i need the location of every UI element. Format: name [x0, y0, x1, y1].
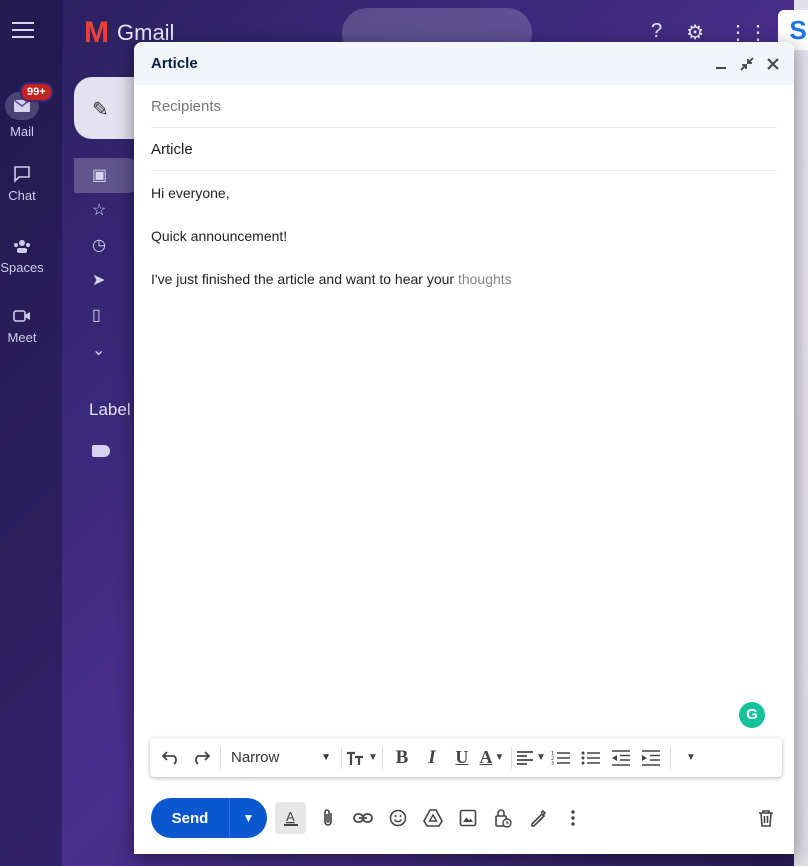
compose-header-controls: [714, 56, 780, 71]
chevron-down-icon: ▼: [368, 752, 378, 763]
undo-icon[interactable]: [156, 743, 186, 773]
bulleted-list-icon[interactable]: [576, 743, 606, 773]
exit-fullscreen-icon[interactable]: [740, 56, 754, 71]
more-options-icon[interactable]: [555, 802, 590, 834]
rail-meet-label: Meet: [7, 330, 37, 345]
insert-photo-icon[interactable]: [450, 802, 485, 834]
compose-window: Article Recipients Article Hi everyone, …: [134, 42, 794, 854]
smart-compose-suggestion[interactable]: thoughts: [458, 271, 512, 287]
labels-heading: Label: [89, 400, 131, 419]
rail-meet[interactable]: Meet: [0, 306, 44, 345]
bold-button[interactable]: B: [387, 743, 417, 773]
compose-header[interactable]: Article: [134, 42, 794, 85]
body-line: Hi everyone,: [151, 185, 230, 201]
svg-text:A: A: [286, 809, 295, 824]
body-line-text: I've just finished the article and want …: [151, 271, 455, 287]
underline-button[interactable]: U: [447, 743, 477, 773]
body-line: Quick announcement!: [151, 228, 288, 244]
italic-button[interactable]: I: [417, 743, 447, 773]
formatting-options-icon[interactable]: A: [275, 802, 306, 834]
chat-icon: [14, 166, 30, 183]
emoji-icon[interactable]: [380, 802, 415, 834]
google-drive-icon[interactable]: [415, 802, 450, 834]
svg-text:3: 3: [551, 761, 554, 766]
rail-chat[interactable]: Chat: [0, 164, 44, 203]
font-size-button[interactable]: ▼: [346, 743, 378, 773]
chevron-down-icon: ▼: [685, 752, 696, 763]
indent-more-icon[interactable]: [636, 743, 666, 773]
label-tag-icon[interactable]: [92, 445, 110, 457]
main-menu-icon[interactable]: [12, 22, 34, 43]
redo-icon[interactable]: [186, 743, 216, 773]
compose-title: Article: [151, 55, 198, 72]
chevron-down-icon: ▼: [494, 752, 505, 763]
close-icon[interactable]: [766, 57, 780, 71]
insert-link-icon[interactable]: [345, 802, 380, 834]
spaces-icon: [14, 240, 30, 253]
discard-draft-icon[interactable]: [751, 802, 781, 834]
text-size-icon: [347, 751, 363, 765]
recipients-placeholder: Recipients: [151, 97, 222, 115]
compose-bottom-bar: Send ▼ A: [151, 798, 781, 838]
font-select[interactable]: Narrow ▼: [225, 743, 337, 773]
rail-spaces-label: Spaces: [0, 260, 44, 275]
minimize-icon[interactable]: [714, 57, 728, 71]
meet-icon: [13, 310, 30, 322]
subject-field[interactable]: Article: [151, 128, 777, 171]
more-formatting-icon[interactable]: ▼: [675, 743, 705, 773]
align-left-icon: [516, 750, 533, 765]
grammarly-icon[interactable]: G: [739, 702, 765, 728]
font-select-value: Narrow: [231, 749, 280, 766]
rail-chat-label: Chat: [8, 188, 36, 203]
toolbar-divider: [381, 746, 383, 769]
send-button[interactable]: Send: [151, 798, 230, 838]
pencil-icon: ✎: [92, 99, 109, 121]
rail-mail-label: Mail: [10, 124, 34, 139]
message-body[interactable]: Hi everyone, Quick announcement! I've ju…: [134, 171, 794, 287]
gmail-m-icon: M: [84, 16, 109, 49]
text-color-icon: A: [479, 747, 493, 767]
signature-icon[interactable]: [520, 802, 555, 834]
text-color-button[interactable]: A ▼: [477, 743, 507, 773]
body-line: I've just finished the article and want …: [151, 271, 777, 287]
formatting-toolbar: Narrow ▼ ▼ B I U A ▼ ▼ 123 ▼: [150, 738, 782, 777]
indent-less-icon[interactable]: [606, 743, 636, 773]
subject-value: Article: [151, 140, 193, 158]
align-button[interactable]: ▼: [516, 743, 546, 773]
chevron-down-icon: ▼: [535, 752, 546, 763]
send-group: Send ▼: [151, 798, 267, 838]
toolbar-divider: [510, 746, 512, 769]
chevron-down-icon: ▼: [321, 752, 331, 763]
send-options-button[interactable]: ▼: [230, 798, 267, 838]
confidential-mode-icon[interactable]: [485, 802, 520, 834]
compose-actions: A: [275, 802, 590, 834]
rail-spaces[interactable]: Spaces: [0, 236, 44, 275]
attach-file-icon[interactable]: [310, 802, 345, 834]
toolbar-divider: [220, 746, 221, 769]
numbered-list-icon[interactable]: 123: [546, 743, 576, 773]
right-panel: [794, 0, 808, 866]
toolbar-divider: [669, 746, 671, 769]
toolbar-divider: [341, 746, 342, 769]
recipients-field[interactable]: Recipients: [151, 85, 777, 128]
unread-badge: 99+: [20, 82, 53, 102]
